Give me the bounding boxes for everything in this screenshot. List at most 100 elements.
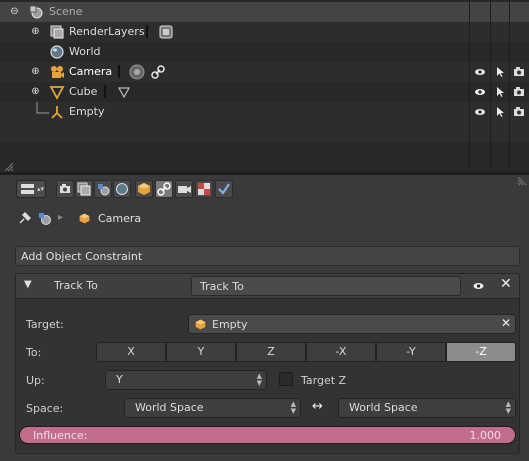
- column-divider: [490, 0, 491, 172]
- up-axis-dropdown[interactable]: Y ▲ ▼: [105, 370, 267, 390]
- outliner-label-renderlayers: RenderLayers: [69, 25, 145, 38]
- tab-object[interactable]: [135, 180, 153, 198]
- render-camera-icon: [60, 184, 70, 193]
- area-corner-handle-icon[interactable]: [4, 162, 14, 172]
- owner-space-dropdown[interactable]: World Space ▲ ▼: [124, 398, 301, 418]
- add-object-constraint-label: Add Object Constraint: [21, 250, 143, 263]
- to-axis-neg-x-button[interactable]: -X: [306, 342, 376, 362]
- outliner-label-scene: Scene: [49, 5, 83, 18]
- delete-constraint-icon[interactable]: ✕: [500, 276, 512, 292]
- render-layers-icon: [77, 182, 91, 196]
- to-axis-neg-z-button[interactable]: -Z: [446, 342, 516, 362]
- separator: [104, 85, 106, 98]
- target-z-checkbox[interactable]: [279, 372, 293, 386]
- render-layer-icon[interactable]: [158, 24, 174, 40]
- up-axis-value: Y: [116, 373, 123, 386]
- to-axis-neg-y-button[interactable]: -Y: [376, 342, 446, 362]
- constraint-name-value: Track To: [200, 280, 244, 293]
- space-arrow-icon: ↔: [312, 399, 323, 414]
- breadcrumb-object-name: Camera: [98, 212, 142, 225]
- outliner-label-cube: Cube: [69, 85, 98, 98]
- editor-type-menu[interactable]: ▴▾: [16, 180, 46, 198]
- column-divider: [469, 0, 470, 172]
- outliner-row-camera[interactable]: ⊕ Camera: [0, 62, 529, 82]
- constraint-name-field[interactable]: Track To: [191, 276, 461, 296]
- scene-icon: [39, 213, 51, 225]
- target-field[interactable]: Empty ✕: [188, 314, 516, 334]
- render-layers-icon: [50, 25, 64, 39]
- expand-toggle-icon[interactable]: ⊕: [31, 87, 40, 97]
- outliner-editor: ⊖ Scene ⊕ RenderLayers World ⊕ Camera ⊕ …: [0, 0, 529, 172]
- texture-checker-icon: [198, 183, 210, 195]
- to-axis-z-button[interactable]: Z: [236, 342, 306, 362]
- renderable-camera-icon[interactable]: [513, 106, 525, 118]
- influence-label: Influence:: [33, 429, 88, 442]
- selectable-cursor-icon[interactable]: [494, 86, 506, 98]
- tab-scene[interactable]: [94, 180, 112, 198]
- mesh-data-icon[interactable]: [116, 84, 132, 100]
- expand-toggle-icon[interactable]: ⊕: [31, 27, 40, 37]
- tab-scripts[interactable]: [215, 180, 233, 198]
- properties-editor-icon: [21, 184, 34, 194]
- area-corner-handle-icon[interactable]: [517, 176, 527, 186]
- tab-render-layers[interactable]: [75, 180, 93, 198]
- outliner-row-scene[interactable]: ⊖ Scene: [0, 2, 529, 22]
- dropdown-arrows-icon: ▲ ▼: [290, 400, 296, 415]
- visibility-eye-icon[interactable]: [474, 66, 486, 78]
- target-space-dropdown[interactable]: World Space ▲ ▼: [338, 398, 516, 418]
- constraint-link-icon[interactable]: [150, 64, 166, 80]
- tab-texture[interactable]: [195, 180, 213, 198]
- camera-object-icon: [51, 66, 64, 78]
- target-z-label: Target Z: [301, 374, 347, 387]
- tab-object-data[interactable]: [175, 180, 193, 198]
- world-icon: [116, 183, 128, 195]
- collapse-toggle-icon[interactable]: ⊖: [10, 7, 19, 17]
- selectable-cursor-icon[interactable]: [494, 106, 506, 118]
- influence-slider[interactable]: Influence: 1.000: [19, 426, 516, 444]
- constraint-link-icon: [157, 182, 171, 196]
- to-axis-x-button[interactable]: X: [96, 342, 166, 362]
- check-script-icon: [218, 183, 230, 195]
- renderable-camera-icon[interactable]: [513, 86, 525, 98]
- column-divider: [509, 0, 510, 172]
- hierarchy-line: [36, 102, 49, 114]
- space-label: Space:: [26, 402, 64, 415]
- outliner-row-renderlayers[interactable]: ⊕ RenderLayers: [0, 22, 529, 42]
- empty-object-icon: [51, 106, 63, 119]
- dropdown-arrows-icon: ▲ ▼: [256, 372, 262, 387]
- scene-icon: [29, 5, 43, 19]
- tab-render[interactable]: [56, 180, 74, 198]
- object-cube-icon: [195, 319, 206, 330]
- mesh-object-icon: [49, 86, 65, 100]
- visibility-eye-icon[interactable]: [474, 106, 486, 118]
- outliner-row-cube[interactable]: ⊕ Cube: [0, 82, 529, 102]
- outliner-row-world[interactable]: World: [0, 42, 529, 62]
- clear-target-icon[interactable]: ✕: [501, 316, 511, 330]
- outliner-row-empty[interactable]: Empty: [0, 102, 529, 122]
- to-axis-y-button[interactable]: Y: [166, 342, 236, 362]
- outliner-empty-row: [0, 122, 529, 142]
- camera-data-icon: [178, 186, 191, 193]
- object-cube-icon: [79, 213, 90, 224]
- outliner-empty-row: [0, 142, 529, 162]
- pin-icon[interactable]: [18, 212, 31, 225]
- separator: [118, 65, 120, 78]
- camera-data-icon[interactable]: [129, 64, 145, 80]
- renderable-camera-icon[interactable]: [513, 66, 525, 78]
- add-object-constraint-menu[interactable]: Add Object Constraint: [15, 246, 520, 266]
- scene-icon: [98, 184, 110, 196]
- world-icon: [50, 45, 64, 59]
- constraint-header[interactable]: ▼ Track To Track To ✕: [15, 273, 520, 299]
- influence-fill: [20, 427, 515, 443]
- tab-world[interactable]: [113, 180, 131, 198]
- outliner-label-camera: Camera: [69, 65, 113, 78]
- collapse-triangle-icon[interactable]: ▼: [24, 279, 32, 290]
- expand-toggle-icon[interactable]: ⊕: [31, 67, 40, 77]
- visibility-eye-icon[interactable]: [474, 86, 486, 98]
- visibility-eye-icon[interactable]: [472, 280, 485, 292]
- outliner-label-world: World: [69, 45, 101, 58]
- selectable-cursor-icon[interactable]: [494, 66, 506, 78]
- constraint-type-label: Track To: [54, 279, 98, 292]
- owner-space-value: World Space: [135, 401, 204, 414]
- tab-object-constraints[interactable]: [155, 180, 173, 198]
